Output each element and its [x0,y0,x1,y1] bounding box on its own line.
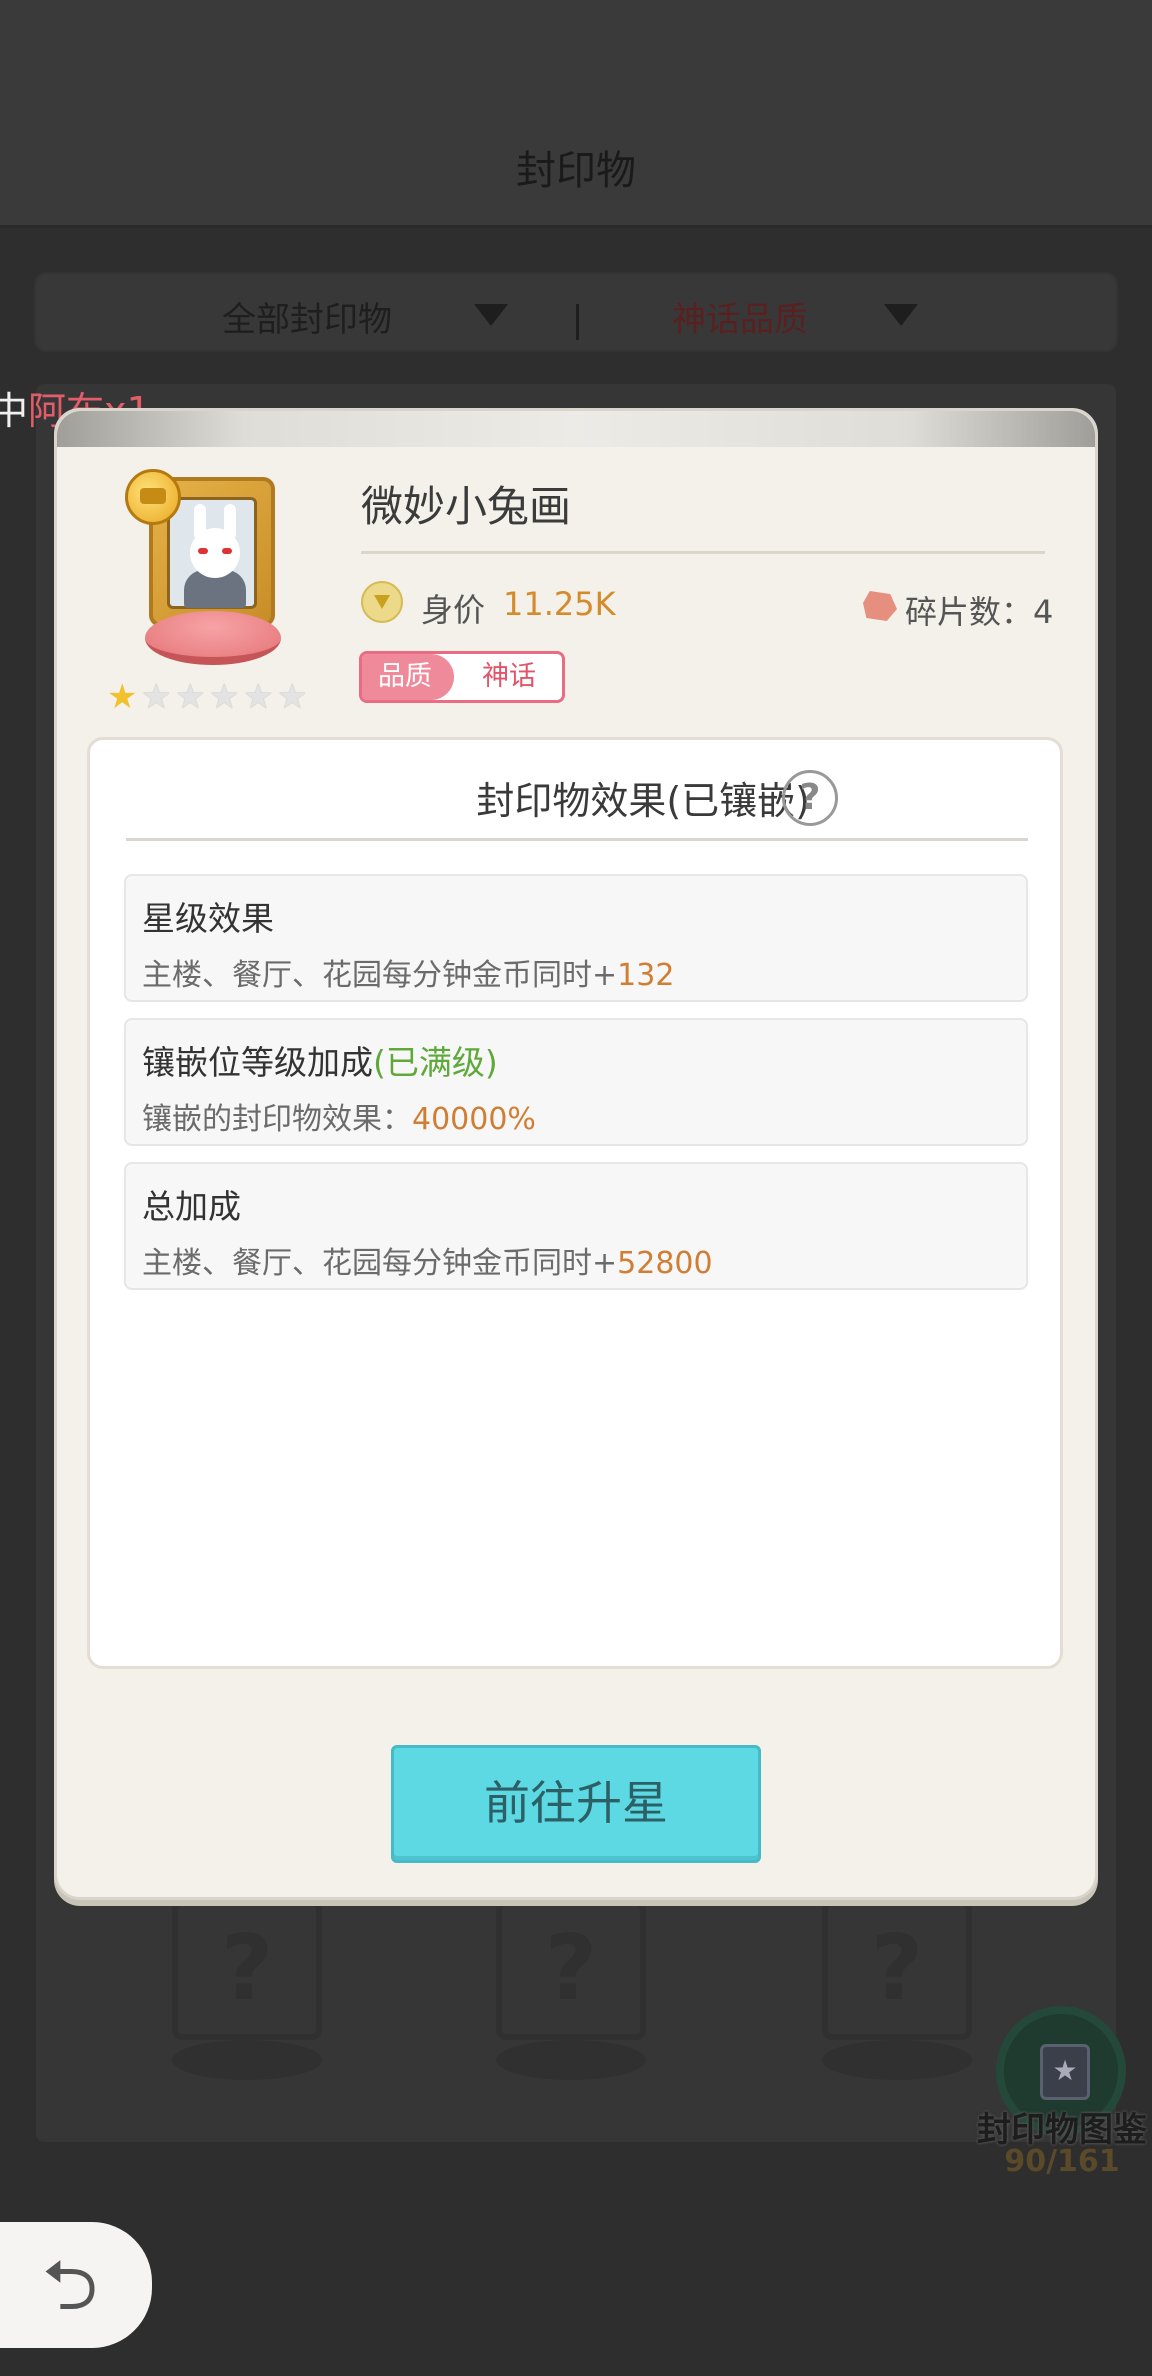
quality-label: 品质 [362,654,454,700]
effects-title: 封印物效果(已镶嵌) [476,779,810,823]
catalog-count: 90/161 [1004,2144,1120,2179]
locked-slot[interactable]: ? [822,1900,972,2040]
help-icon[interactable]: ? [782,770,838,826]
effect-title-text: 镶嵌位等级加成 [142,1043,373,1082]
locked-slot[interactable]: ? [496,1900,646,2040]
bunny-eye [222,548,232,554]
effect-desc: 主楼、餐厅、花园每分钟金币同时+52800 [142,1238,713,1282]
effect-value: 40000% [412,1102,536,1137]
price-value: 11.25K [503,585,616,623]
shard-icon [863,591,897,621]
effect-desc: 主楼、餐厅、花园每分钟金币同时+132 [142,950,674,994]
slot-base [822,2040,972,2080]
effect-card-star: 星级效果 主楼、餐厅、花园每分钟金币同时+132 [124,874,1028,1002]
star-icon: ★ [141,677,172,717]
filter-all-dropdown[interactable]: 全部封印物 [222,292,392,341]
effect-desc-text: 镶嵌的封印物效果： [142,1102,412,1137]
effect-title: 总加成 [142,1180,241,1228]
ticker-prefix: 中 [0,389,29,433]
name-divider [361,551,1045,554]
page-header: 封印物 [0,0,1152,228]
star-rating: ★ ★ ★ ★ ★ ★ [107,677,317,717]
star-icon: ★ [209,677,240,717]
chevron-down-icon [474,304,508,326]
effect-value: 132 [617,958,675,993]
bunny-eye [198,548,208,554]
effects-panel: 封印物效果(已镶嵌) ? 星级效果 主楼、餐厅、花园每分钟金币同时+132 镶嵌… [87,737,1063,1669]
effects-divider [126,838,1028,841]
bunny-painting [167,497,257,609]
max-level-tag: (已满级) [373,1043,498,1082]
star-icon: ★ [107,677,138,717]
quality-value: 神话 [482,661,536,692]
effect-desc: 镶嵌的封印物效果：40000% [142,1094,536,1138]
back-button[interactable]: ⮌ [0,2222,152,2348]
effect-value: 52800 [617,1246,713,1281]
filter-bar: 全部封印物 神话品质 [34,272,1118,352]
page-title: 封印物 [516,148,636,194]
effect-title-text: 总加成 [142,1187,241,1226]
effect-title: 镶嵌位等级加成(已满级) [142,1036,498,1084]
quality-badge: 品质 神话 [359,651,565,703]
star-icon: ★ [175,677,206,717]
chevron-down-icon [884,304,918,326]
filter-quality-dropdown[interactable]: 神话品质 [672,292,808,341]
bunny-face [190,528,240,578]
item-name: 微妙小兔画 [361,482,572,531]
item-detail-modal: ★ ★ ★ ★ ★ ★ 微妙小兔画 身价 11.25K 碎片数：4 品质 神话 … [54,408,1098,1900]
locked-slot[interactable]: ? [172,1900,322,2040]
coin-icon [125,469,181,525]
star-icon: ★ [277,677,308,717]
slot-base [496,2040,646,2080]
star-icon: ★ [243,677,274,717]
effect-desc-text: 主楼、餐厅、花园每分钟金币同时+ [142,1246,618,1281]
modal-top-band [57,411,1095,447]
diamond-price-icon [361,581,403,623]
shard-count: 碎片数：4 [905,593,1054,631]
filter-separator [576,304,579,340]
catalog-book-icon: ★ [1040,2044,1090,2100]
effect-card-total: 总加成 主楼、餐厅、花园每分钟金币同时+52800 [124,1162,1028,1290]
price-label: 身价 [421,591,486,629]
upgrade-star-button[interactable]: 前往升星 [391,1745,761,1863]
item-pedestal [145,611,281,665]
back-arrow-icon: ⮌ [42,2244,99,2326]
effect-title-text: 星级效果 [142,899,274,938]
effect-title: 星级效果 [142,892,274,940]
effect-desc-text: 主楼、餐厅、花园每分钟金币同时+ [142,958,618,993]
effect-card-slot-bonus: 镶嵌位等级加成(已满级) 镶嵌的封印物效果：40000% [124,1018,1028,1146]
slot-base [172,2040,322,2080]
